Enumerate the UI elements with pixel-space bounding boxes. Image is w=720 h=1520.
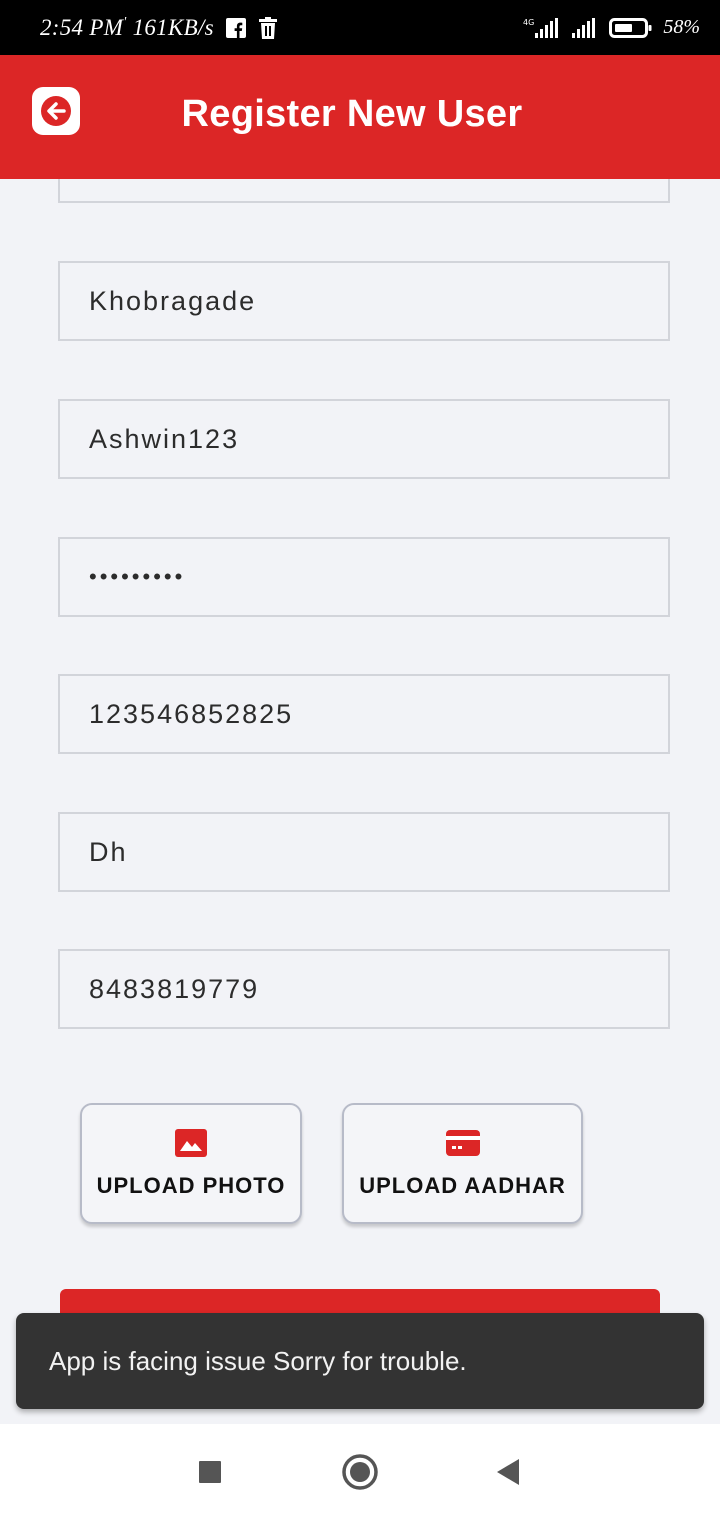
- status-right: 4G 58%: [521, 16, 700, 39]
- field-value: Dh: [89, 836, 128, 867]
- network-speed: 161KB/s: [132, 14, 214, 40]
- back-icon: [495, 1458, 521, 1486]
- field-value: 123546852825: [89, 698, 294, 729]
- upload-aadhar-button[interactable]: UPLOAD AADHAR: [342, 1103, 583, 1224]
- address-field[interactable]: Dh: [58, 812, 670, 892]
- home-button[interactable]: [339, 1451, 381, 1493]
- snackbar: App is facing issue Sorry for trouble.: [16, 1313, 704, 1409]
- signal-icon: [571, 17, 599, 39]
- system-nav-bar: [0, 1424, 720, 1520]
- network-type: 4G: [523, 18, 534, 27]
- field-value: 8483819779: [89, 973, 260, 1004]
- field-value: Khobragade: [89, 285, 257, 316]
- username-field[interactable]: Ashwin123: [58, 399, 670, 479]
- aadhar-number-field[interactable]: 123546852825: [58, 674, 670, 754]
- upload-photo-label: UPLOAD PHOTO: [96, 1172, 286, 1198]
- home-icon: [341, 1453, 379, 1491]
- last-name-field[interactable]: Khobragade: [58, 261, 670, 341]
- first-name-field[interactable]: [58, 179, 670, 203]
- snackbar-message: App is facing issue Sorry for trouble.: [49, 1345, 467, 1376]
- status-bar: 2:54 PM' 161KB/s 4G 58%: [0, 0, 720, 55]
- upload-photo-button[interactable]: UPLOAD PHOTO: [80, 1103, 302, 1224]
- registration-form: Khobragade Ashwin123 ••••••••• 123546852…: [0, 179, 720, 1424]
- upload-aadhar-label: UPLOAD AADHAR: [359, 1172, 566, 1198]
- battery-percent: 58%: [663, 16, 700, 38]
- app-bar: Register New User: [0, 55, 720, 179]
- status-time: 2:54 PM' 161KB/s: [40, 14, 214, 40]
- page-title: Register New User: [181, 93, 523, 135]
- facebook-icon: [225, 17, 246, 38]
- field-value: •••••••••: [89, 564, 186, 589]
- id-card-icon: [445, 1129, 480, 1157]
- field-value: Ashwin123: [89, 423, 240, 454]
- back-nav-button[interactable]: [488, 1452, 528, 1492]
- recents-icon: [198, 1460, 222, 1484]
- status-left: 2:54 PM' 161KB/s: [40, 15, 278, 41]
- clock: 2:54 PM: [40, 14, 124, 40]
- phone-field[interactable]: 8483819779: [58, 949, 670, 1029]
- battery-icon: [609, 17, 653, 39]
- signal-icon: 4G: [521, 17, 561, 39]
- image-icon: [175, 1128, 207, 1157]
- password-field[interactable]: •••••••••: [58, 537, 670, 617]
- recents-button[interactable]: [190, 1452, 230, 1492]
- delete-icon: [258, 16, 278, 39]
